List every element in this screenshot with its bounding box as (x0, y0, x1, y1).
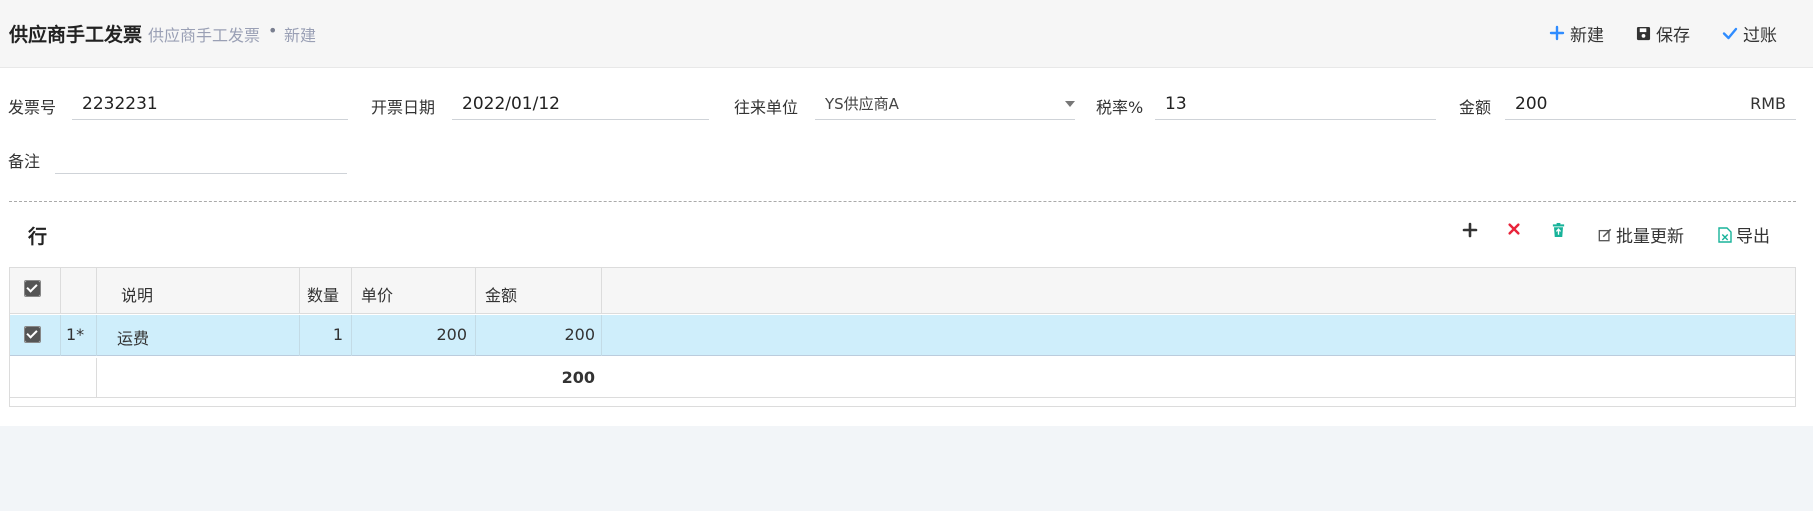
row-desc[interactable]: 运费 (117, 325, 149, 349)
excel-file-icon (1718, 226, 1732, 243)
row-index: 1* (66, 325, 85, 344)
post-button[interactable]: 过账 (1722, 20, 1777, 46)
delete-line-button[interactable] (1507, 222, 1521, 236)
export-label: 导出 (1736, 227, 1770, 247)
amount-value: 200 (1515, 94, 1548, 114)
page-title: 供应商手工发票 (9, 24, 143, 46)
new-button-label: 新建 (1570, 25, 1604, 46)
table-row[interactable]: 1* 运费 1 200 200 (10, 315, 1795, 356)
row-price[interactable]: 200 (351, 325, 467, 344)
invoice-no-field[interactable]: 2232231 (72, 88, 348, 120)
plus-icon (1549, 25, 1565, 41)
post-button-label: 过账 (1743, 25, 1777, 46)
edit-icon (1598, 228, 1612, 241)
check-icon (1722, 27, 1738, 40)
new-button[interactable]: 新建 (1549, 20, 1604, 46)
column-header-price[interactable]: 单价 (361, 282, 393, 306)
partner-label: 往来单位 (734, 98, 799, 117)
lines-table: 说明 数量 单价 金额 1* 运费 1 200 200 200 (9, 267, 1796, 407)
save-button[interactable]: 保存 (1636, 20, 1690, 46)
table-footer: 200 (10, 358, 1795, 398)
export-button[interactable]: 导出 (1718, 222, 1770, 247)
save-button-label: 保存 (1656, 25, 1690, 46)
currency-suffix: RMB (1750, 94, 1786, 113)
row-qty[interactable]: 1 (299, 325, 343, 344)
tax-rate-label: 税率% (1096, 98, 1144, 117)
breadcrumb[interactable]: 供应商手工发票 (148, 22, 260, 46)
column-header-amount[interactable]: 金额 (485, 282, 517, 306)
close-icon (1508, 223, 1520, 235)
table-header: 说明 数量 单价 金额 (10, 268, 1795, 314)
invoice-no-label: 发票号 (8, 98, 57, 117)
trash-button[interactable] (1551, 222, 1566, 238)
plus-icon (1462, 222, 1478, 238)
trash-icon (1552, 222, 1565, 238)
batch-update-label: 批量更新 (1616, 227, 1684, 247)
column-header-qty[interactable]: 数量 (307, 282, 339, 306)
row-checkbox[interactable] (24, 326, 41, 343)
total-amount: 200 (561, 368, 595, 387)
breadcrumb-separator: • (268, 21, 278, 40)
invoice-date-label: 开票日期 (371, 98, 436, 117)
add-line-button[interactable] (1462, 222, 1478, 238)
breadcrumb-current: 新建 (284, 26, 317, 45)
page-header: 供应商手工发票 供应商手工发票 • 新建 新建 保存 过账 (0, 0, 1813, 68)
partner-select[interactable]: YS供应商A (815, 88, 1075, 120)
tax-rate-field[interactable]: 13 (1155, 88, 1436, 120)
row-amount[interactable]: 200 (475, 325, 595, 344)
batch-update-button[interactable]: 批量更新 (1598, 222, 1684, 247)
check-icon (25, 281, 40, 296)
column-header-desc[interactable]: 说明 (121, 282, 153, 306)
check-icon (25, 327, 40, 342)
remark-field[interactable] (55, 142, 347, 174)
invoice-date-field[interactable]: 2022/01/12 (452, 88, 709, 120)
amount-label: 金额 (1459, 98, 1492, 117)
lines-section-title: 行 (28, 226, 48, 248)
section-divider (9, 201, 1796, 202)
remark-label: 备注 (8, 152, 41, 171)
chevron-down-icon (1065, 101, 1075, 107)
partner-select-value: YS供应商A (825, 95, 899, 113)
amount-field[interactable]: 200 RMB (1505, 88, 1796, 120)
floppy-disk-icon (1636, 26, 1651, 40)
select-all-checkbox[interactable] (24, 280, 41, 297)
